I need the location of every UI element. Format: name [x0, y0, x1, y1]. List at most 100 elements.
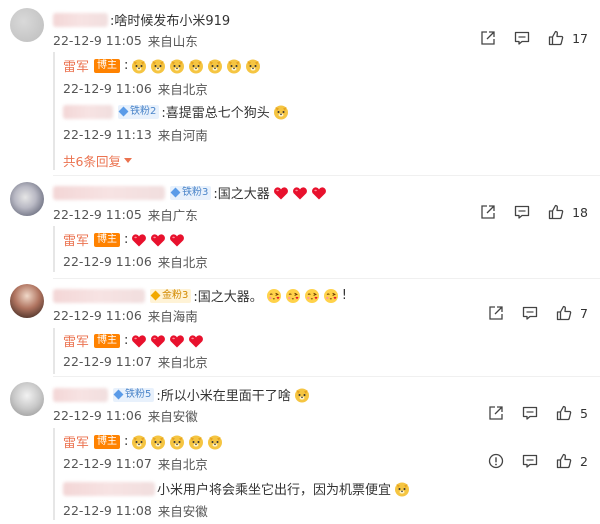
- timestamp: 22-12-9 11:06: [53, 308, 142, 323]
- doge-emoji: [207, 434, 223, 450]
- like-button[interactable]: 5: [556, 405, 588, 421]
- gold-fan-badge: 金粉3: [150, 288, 192, 303]
- comment-button[interactable]: [522, 305, 538, 321]
- comment-meta: 22-12-9 11:05 来自山东: [53, 31, 198, 50]
- avatar[interactable]: [10, 8, 44, 42]
- location: 来自河南: [157, 128, 208, 143]
- reply-line: 雷军 博主 :: [63, 432, 223, 451]
- timestamp: 22-12-9 11:06: [63, 254, 152, 269]
- comment-icon: [522, 406, 538, 420]
- username-blurred[interactable]: [53, 288, 145, 303]
- timestamp: 22-12-9 11:05: [53, 33, 142, 48]
- kiss-emoji: [304, 288, 320, 304]
- reply-line: 雷军 博主 :: [63, 56, 261, 75]
- comment-button[interactable]: [522, 405, 538, 421]
- more-replies-line: 共6条回复: [63, 151, 132, 170]
- report-icon: [488, 453, 504, 469]
- heart-emoji: [273, 185, 289, 201]
- like-button[interactable]: 17: [548, 30, 588, 46]
- host-badge: 博主: [94, 333, 121, 348]
- username-blurred[interactable]: [53, 387, 108, 402]
- heart-emoji: [131, 232, 147, 248]
- timestamp: 22-12-9 11:07: [63, 354, 152, 369]
- timestamp: 22-12-9 11:13: [63, 127, 152, 142]
- timestamp: 22-12-9 11:06: [63, 81, 152, 96]
- avatar[interactable]: [10, 182, 44, 216]
- username-blurred[interactable]: [63, 104, 113, 119]
- kiss-emoji: [323, 288, 339, 304]
- comment-button[interactable]: [514, 30, 530, 46]
- heart-emoji: [150, 333, 166, 349]
- heart-emoji: [150, 232, 166, 248]
- comment-meta: 22-12-9 11:06 来自安徽: [53, 406, 198, 425]
- reply-meta: 22-12-9 11:07 来自北京: [63, 352, 208, 371]
- comment-button[interactable]: [514, 204, 530, 220]
- location: 来自海南: [147, 309, 198, 324]
- share-button[interactable]: [480, 204, 496, 220]
- comment-meta: 22-12-9 11:06 来自海南: [53, 306, 198, 325]
- like-icon: [556, 453, 572, 469]
- doge-emoji: [131, 58, 147, 74]
- kiss-emoji: [266, 288, 282, 304]
- reply-border: [53, 328, 55, 374]
- like-button[interactable]: 2: [556, 453, 588, 469]
- reply-line: 铁粉2 :喜提雷总七个狗头: [63, 102, 289, 121]
- location: 来自广东: [147, 208, 198, 223]
- like-count: 17: [572, 30, 588, 46]
- report-button[interactable]: [488, 453, 504, 469]
- fan-badge: 铁粉5: [113, 387, 155, 402]
- doge-emoji: [169, 58, 185, 74]
- avatar[interactable]: [10, 382, 44, 416]
- comment-icon: [514, 205, 530, 219]
- like-icon: [548, 204, 564, 220]
- share-button[interactable]: [488, 405, 504, 421]
- location: 来自山东: [147, 34, 198, 49]
- heart-emoji: [169, 333, 185, 349]
- reply-line: 小米用户将会乘坐它出行，因为机票便宜: [63, 479, 410, 498]
- timestamp: 22-12-9 11:08: [63, 503, 152, 518]
- like-count: 2: [580, 453, 588, 469]
- more-replies-link[interactable]: 共6条回复: [63, 151, 132, 170]
- reply-border: [53, 52, 55, 170]
- divider: [53, 376, 600, 377]
- comment-icon: [522, 454, 538, 468]
- like-count: 18: [572, 204, 588, 220]
- reply-username[interactable]: 雷军: [63, 56, 89, 75]
- like-button[interactable]: 18: [548, 204, 588, 220]
- username-blurred[interactable]: [53, 12, 108, 27]
- comment-button[interactable]: [522, 453, 538, 469]
- comment-text: :啥时候发布小米919: [110, 14, 231, 29]
- doge-emoji: [245, 58, 261, 74]
- location: 来自北京: [157, 255, 208, 270]
- doge-emoji: [394, 481, 410, 497]
- like-count: 7: [580, 305, 588, 321]
- comment-line: 铁粉3 :国之大器: [53, 183, 327, 202]
- reply-username[interactable]: 雷军: [63, 230, 89, 249]
- share-button[interactable]: [480, 30, 496, 46]
- avatar[interactable]: [10, 284, 44, 318]
- kiss-emoji: [285, 288, 301, 304]
- comment-actions: 18: [462, 204, 588, 220]
- reply-username[interactable]: 雷军: [63, 432, 89, 451]
- caret-down-icon: [123, 158, 132, 163]
- host-badge: 博主: [94, 434, 121, 449]
- like-button[interactable]: 7: [556, 305, 588, 321]
- like-icon: [548, 30, 564, 46]
- reply-meta: 22-12-9 11:06 来自北京: [63, 252, 208, 271]
- share-button[interactable]: [488, 305, 504, 321]
- doge-emoji: [169, 434, 185, 450]
- heart-emoji: [169, 232, 185, 248]
- like-icon: [556, 305, 572, 321]
- reply-line: 雷军 博主 :: [63, 230, 185, 249]
- doge-emoji: [131, 434, 147, 450]
- like-icon: [556, 405, 572, 421]
- host-badge: 博主: [94, 58, 121, 73]
- reply-meta: 22-12-9 11:06 来自北京: [63, 79, 208, 98]
- fan-badge: 铁粉3: [170, 185, 212, 200]
- comment-actions: 5: [470, 405, 588, 421]
- username-blurred[interactable]: [63, 481, 155, 496]
- username-blurred[interactable]: [53, 185, 165, 200]
- reply-username[interactable]: 雷军: [63, 331, 89, 350]
- doge-emoji: [150, 58, 166, 74]
- heart-emoji: [292, 185, 308, 201]
